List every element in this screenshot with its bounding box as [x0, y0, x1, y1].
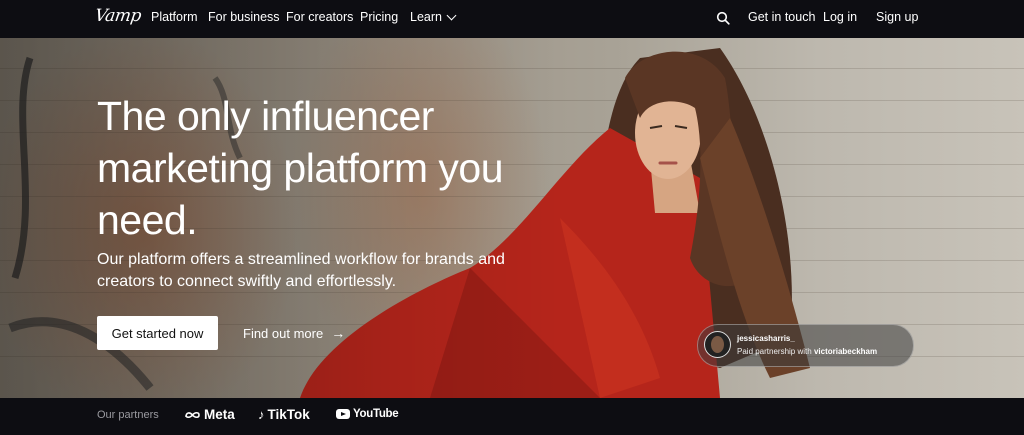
avatar — [704, 331, 731, 358]
search-icon[interactable] — [716, 11, 730, 25]
partners-label: Our partners — [97, 409, 159, 421]
meta-logo-text: Meta — [204, 407, 235, 422]
log-in-link[interactable]: Log in — [823, 10, 857, 24]
hero-headline: The only influencer marketing platform y… — [97, 93, 504, 243]
creator-username: jessicasharris_ — [737, 334, 795, 343]
partnership-prefix: Paid partnership with — [737, 347, 812, 356]
youtube-play-icon — [336, 409, 350, 419]
sign-up-link[interactable]: Sign up — [876, 10, 918, 24]
partnership-text: Paid partnership with victoriabeckham — [737, 347, 877, 356]
youtube-logo-text: YouTube — [353, 408, 399, 420]
hero-section: The only influencer marketing platform y… — [0, 38, 1024, 398]
partners-bar: Our partners Meta ♪ TikTok YouTube — [0, 398, 1024, 435]
tiktok-logo: ♪ TikTok — [258, 407, 310, 422]
youtube-logo: YouTube — [336, 408, 399, 420]
partner-handle: victoriabeckham — [813, 347, 878, 356]
nav-platform[interactable]: Platform — [151, 10, 198, 24]
meta-logo: Meta — [184, 407, 235, 422]
nav-learn-label: Learn — [410, 10, 442, 24]
nav-for-business[interactable]: For business — [208, 10, 280, 24]
creator-partnership-tag: jessicasharris_ Paid partnership with vi… — [697, 324, 914, 367]
nav-pricing[interactable]: Pricing — [360, 10, 398, 24]
find-out-more-label: Find out more — [243, 325, 324, 341]
vamp-logo[interactable]: Vamp — [94, 6, 143, 26]
tiktok-logo-text: TikTok — [267, 407, 310, 422]
nav-for-creators[interactable]: For creators — [286, 10, 353, 24]
chevron-down-icon — [446, 10, 457, 20]
top-nav: Vamp Platform For business For creators … — [0, 0, 1024, 38]
tiktok-note-icon: ♪ — [258, 407, 265, 422]
get-in-touch-link[interactable]: Get in touch — [748, 10, 815, 24]
nav-learn[interactable]: Learn — [410, 10, 457, 24]
find-out-more-link[interactable]: Find out more → — [243, 325, 345, 341]
get-started-button[interactable]: Get started now — [97, 316, 218, 350]
arrow-right-icon: → — [331, 325, 346, 341]
meta-infinity-icon — [185, 411, 200, 418]
hero-subtext: Our platform offers a streamlined workfl… — [97, 251, 505, 290]
